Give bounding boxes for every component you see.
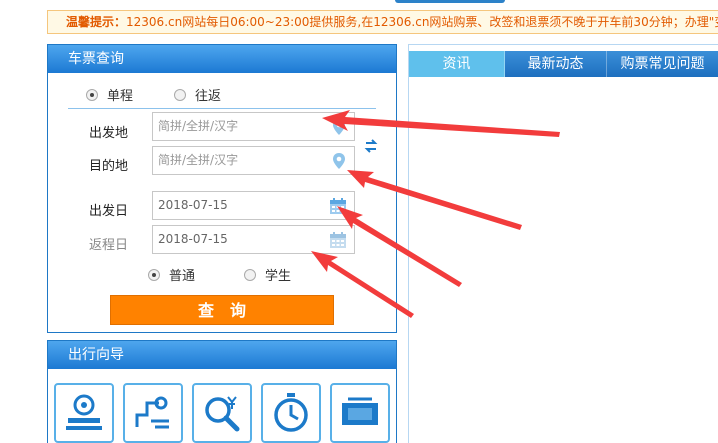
trip-one-way-option[interactable]: 单程 (86, 85, 133, 104)
guide-tile-ticket[interactable] (330, 383, 390, 443)
from-placeholder: 简拼/全拼/汉字 (158, 119, 239, 133)
guide-tile-fare[interactable] (192, 383, 252, 443)
ticket-query-panel: 车票查询 单程 往返 出发地 简拼/全拼/汉字 目的地 简拼/全拼/汉字 出发日 (47, 44, 397, 333)
return-date-value: 2018-07-15 (158, 232, 228, 246)
location-pin-icon (333, 119, 345, 135)
depart-label: 出发日 (88, 204, 128, 219)
tab-news[interactable]: 资讯 (409, 51, 505, 77)
ticket-query-title: 车票查询 (48, 45, 396, 73)
trip-type-row: 单程 往返 (48, 85, 396, 105)
guide-tile-line[interactable] (123, 383, 183, 443)
to-station-input[interactable]: 简拼/全拼/汉字 (152, 146, 355, 175)
to-label: 目的地 (88, 159, 128, 174)
fare-search-icon (205, 396, 240, 432)
from-station-input[interactable]: 简拼/全拼/汉字 (152, 112, 355, 141)
ticket-student-option[interactable]: 学生 (244, 265, 291, 284)
notice-text: 12306.cn网站每日06:00~23:00提供服务,在12306.cn网站购… (126, 15, 718, 29)
guide-tile-station[interactable] (54, 383, 114, 443)
depart-date-value: 2018-07-15 (158, 198, 228, 212)
notice-label: 温馨提示： (66, 15, 127, 29)
calendar-icon[interactable] (329, 231, 347, 249)
guide-tile-timetable[interactable] (261, 383, 321, 443)
normal-label: 普通 (169, 269, 196, 284)
travel-guide-panel: 出行向导 (47, 340, 397, 443)
one-way-radio[interactable] (86, 88, 98, 101)
student-label: 学生 (265, 269, 292, 284)
normal-radio[interactable] (148, 268, 160, 281)
ticket-normal-option[interactable]: 普通 (148, 265, 195, 284)
one-way-label: 单程 (107, 89, 134, 104)
guide-icon-row (54, 383, 399, 443)
tab-latest-updates[interactable]: 最新动态 (505, 51, 607, 77)
depart-date-input[interactable]: 2018-07-15 (152, 191, 355, 220)
round-trip-radio[interactable] (174, 88, 186, 101)
railway-line-icon (135, 396, 169, 429)
return-label: 返程日 (88, 238, 128, 253)
return-date-input[interactable]: 2018-07-15 (152, 225, 355, 254)
location-pin-icon (333, 153, 345, 169)
trip-round-trip-option[interactable]: 往返 (174, 85, 221, 104)
travel-guide-title: 出行向导 (48, 341, 396, 369)
calendar-icon[interactable] (329, 197, 347, 215)
search-button[interactable]: 查询 (110, 295, 334, 325)
tab-ticket-faq[interactable]: 购票常见问题 (607, 51, 718, 77)
divider (68, 108, 376, 109)
student-radio[interactable] (244, 268, 256, 281)
round-trip-label: 往返 (195, 89, 222, 104)
swap-stations-icon[interactable] (364, 133, 378, 161)
timetable-clock-icon (274, 393, 308, 432)
train-station-icon (66, 394, 102, 430)
to-placeholder: 简拼/全拼/汉字 (158, 153, 239, 167)
info-panel: 资讯 最新动态 购票常见问题 (408, 44, 718, 443)
notice-bar: 温馨提示：12306.cn网站每日06:00~23:00提供服务,在12306.… (47, 10, 718, 34)
ticket-type-row: 普通 学生 (48, 265, 396, 285)
from-label: 出发地 (88, 126, 128, 141)
info-tab-bar: 资讯 最新动态 购票常见问题 (409, 51, 718, 77)
ticket-icon (342, 397, 378, 425)
top-tab-fragment (395, 0, 505, 3)
